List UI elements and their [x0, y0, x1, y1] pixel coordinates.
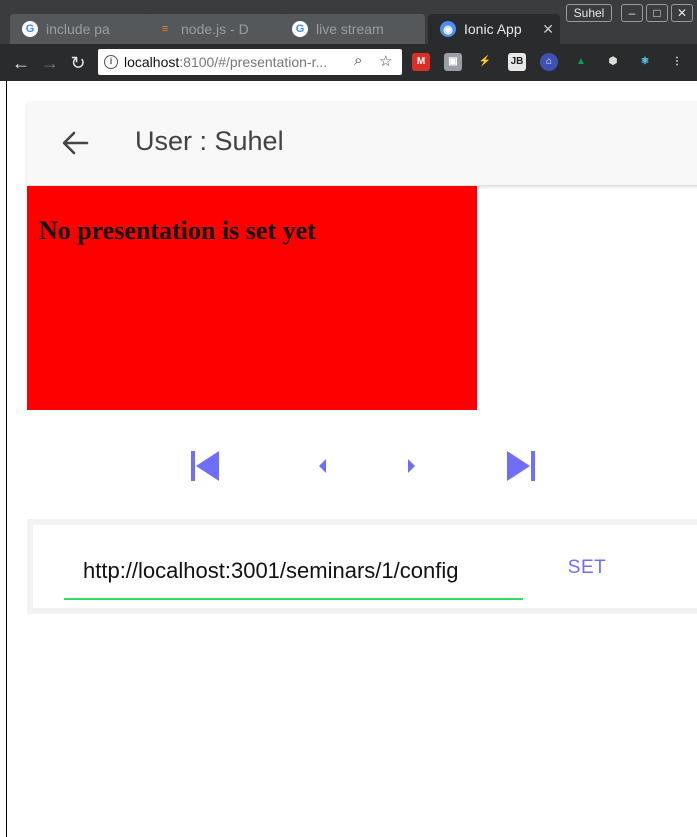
presentation-message: No presentation is set yet [39, 216, 316, 245]
url-form-card: SET [33, 525, 697, 608]
back-icon[interactable]: ← [10, 52, 32, 74]
app-page: User : Suhel No presentation is set yet … [6, 81, 697, 837]
tab-live-stream[interactable]: G live stream [280, 14, 425, 44]
maximize-icon[interactable]: □ [646, 4, 668, 22]
ionic-icon: ◉ [440, 21, 456, 37]
bank-icon[interactable]: ⌂ [540, 53, 558, 71]
url-host: localhost [124, 54, 180, 70]
next-slide-icon[interactable] [395, 449, 429, 483]
page-title: User : Suhel [135, 126, 284, 156]
last-slide-icon[interactable] [503, 449, 537, 483]
presentation-url-input[interactable] [71, 551, 529, 591]
camera-icon[interactable]: ▣ [444, 53, 462, 71]
browser-tab-bar: G include pa ≡ node.js - D G live stream… [0, 0, 697, 44]
stackoverflow-icon: ≡ [161, 23, 169, 35]
address-bar[interactable]: i localhost:8100/#/presentation-r... ⌕ ☆ [98, 49, 402, 75]
google-icon: G [22, 21, 38, 37]
previous-slide-icon[interactable] [305, 449, 339, 483]
profile-name[interactable]: Suhel [566, 4, 612, 22]
info-icon[interactable]: i [104, 55, 118, 69]
tab-include[interactable]: G include pa [10, 14, 150, 44]
google-icon: G [292, 21, 308, 37]
reload-icon[interactable]: ↻ [67, 52, 89, 74]
menu-dots-icon[interactable]: ⋮ [668, 53, 686, 71]
jb-icon[interactable]: JB [508, 53, 526, 71]
close-tab-icon[interactable]: ✕ [542, 21, 554, 38]
tab-title: live stream [316, 21, 384, 37]
lightning-icon[interactable]: ⚡ [476, 53, 494, 71]
presentation-frame: No presentation is set yet [27, 186, 477, 410]
browser-toolbar: ← → ↻ i localhost:8100/#/presentation-r.… [0, 44, 697, 81]
drive-icon[interactable]: ▲ [572, 53, 590, 71]
zoom-icon[interactable]: ⌕ [354, 52, 362, 69]
gmail-icon[interactable]: M [412, 53, 430, 71]
window-close-icon[interactable]: ✕ [671, 4, 693, 22]
app-header: User : Suhel [27, 101, 697, 185]
cube-icon[interactable]: ⬢ [604, 53, 622, 71]
tab-title: Ionic App [464, 21, 522, 37]
minimize-icon[interactable]: – [621, 4, 643, 22]
url-form: SET [27, 519, 697, 614]
tab-ionic-app[interactable]: ◉ Ionic App ✕ [428, 14, 560, 44]
tab-title: node.js - D [181, 21, 249, 37]
forward-icon[interactable]: → [39, 52, 61, 74]
input-underline [64, 598, 523, 600]
tab-nodejs[interactable]: ≡ node.js - D [145, 14, 285, 44]
url-path: :8100/#/presentation-r... [179, 54, 328, 70]
tab-title: include pa [46, 21, 110, 37]
bookmark-star-icon[interactable]: ☆ [379, 52, 392, 70]
set-button[interactable]: SET [559, 553, 615, 583]
react-icon[interactable]: ⚛ [636, 53, 654, 71]
back-arrow-icon[interactable] [61, 129, 89, 157]
first-slide-icon[interactable] [189, 449, 223, 483]
